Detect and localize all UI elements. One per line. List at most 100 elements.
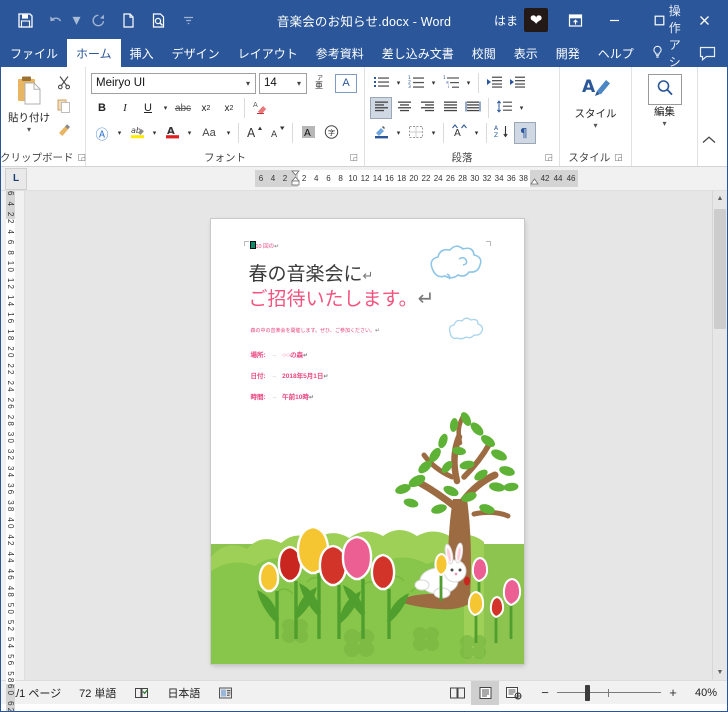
tab-view[interactable]: 表示 bbox=[505, 39, 547, 67]
distributed-button[interactable] bbox=[462, 97, 484, 119]
font-color-chevron-down-icon[interactable]: ▾ bbox=[184, 122, 195, 144]
numbering-chevron-down-icon[interactable]: ▾ bbox=[428, 72, 439, 94]
tab-home[interactable]: ホーム bbox=[67, 39, 121, 67]
line-spacing-chevron-down-icon[interactable]: ▾ bbox=[516, 97, 527, 119]
avatar[interactable]: ❤ bbox=[524, 8, 548, 32]
multilevel-list-button[interactable]: 1ai bbox=[440, 72, 462, 94]
doc-headline-2[interactable]: ご招待いたします。↵ bbox=[249, 284, 435, 311]
text-effects-button[interactable]: Ⓐ bbox=[91, 122, 113, 144]
font-name-chevron-down-icon[interactable]: ▾ bbox=[243, 79, 253, 88]
web-layout-button[interactable] bbox=[499, 681, 527, 705]
tab-file[interactable]: ファイル bbox=[1, 39, 67, 67]
character-border-button[interactable]: A bbox=[335, 73, 357, 93]
doc-detail-row[interactable]: 場所: → ○○の森↵ bbox=[251, 349, 309, 359]
read-mode-button[interactable] bbox=[443, 681, 471, 705]
customize-quick-access-toolbar-icon[interactable] bbox=[174, 7, 202, 33]
document-canvas[interactable]: 10 回の↵ 春の音楽会に↵ ご招待いたします。↵ 森の中の音楽会を開催します。… bbox=[25, 191, 712, 680]
change-case-chevron-down-icon[interactable]: ▾ bbox=[223, 122, 234, 144]
numbering-button[interactable]: 123 bbox=[405, 72, 427, 94]
strikethrough-button[interactable]: abc bbox=[172, 97, 194, 119]
text-effects-chevron-down-icon[interactable]: ▾ bbox=[114, 122, 125, 144]
redo-icon[interactable] bbox=[84, 7, 112, 33]
align-left-button[interactable] bbox=[370, 97, 392, 119]
character-shading-button[interactable]: A bbox=[297, 122, 319, 144]
highlight-chevron-down-icon[interactable]: ▾ bbox=[149, 122, 160, 144]
line-spacing-button[interactable] bbox=[493, 97, 515, 119]
accessibility-icon[interactable] bbox=[209, 681, 242, 705]
cut-button[interactable] bbox=[53, 74, 75, 95]
doc-headline-1[interactable]: 春の音楽会に↵ bbox=[249, 259, 374, 286]
new-document-icon[interactable] bbox=[114, 7, 142, 33]
comment-icon[interactable] bbox=[689, 46, 726, 61]
account-name[interactable]: はま bbox=[494, 12, 518, 29]
editing-chevron-down-icon[interactable]: ▾ bbox=[662, 119, 666, 128]
styles-button[interactable]: A スタイル ▾ bbox=[568, 70, 624, 149]
format-painter-button[interactable] bbox=[53, 122, 75, 143]
font-name-combo[interactable]: Meiryo UI ▾ bbox=[91, 72, 256, 94]
underline-chevron-down-icon[interactable]: ▾ bbox=[160, 97, 171, 119]
show-formatting-marks-button[interactable]: ¶ bbox=[514, 122, 536, 144]
bullets-chevron-down-icon[interactable]: ▾ bbox=[393, 72, 404, 94]
clipboard-dialog-launcher[interactable]: ◲ bbox=[78, 152, 87, 163]
tab-review[interactable]: 校閲 bbox=[463, 39, 505, 67]
clear-formatting-button[interactable]: A bbox=[249, 97, 271, 119]
maximize-button[interactable] bbox=[637, 1, 682, 39]
tab-design[interactable]: デザイン bbox=[163, 39, 229, 67]
doc-first-line[interactable]: 10 回の↵ bbox=[249, 241, 279, 250]
editing-button[interactable]: 編集 ▾ bbox=[639, 70, 691, 149]
undo-icon[interactable] bbox=[41, 7, 69, 33]
tab-references[interactable]: 参考資料 bbox=[307, 39, 373, 67]
document-page[interactable]: 10 回の↵ 春の音楽会に↵ ご招待いたします。↵ 森の中の音楽会を開催します。… bbox=[210, 219, 524, 664]
print-preview-icon[interactable] bbox=[144, 7, 172, 33]
print-layout-button[interactable] bbox=[471, 680, 499, 705]
scroll-down-button[interactable]: ▼ bbox=[713, 665, 727, 680]
font-dialog-launcher[interactable]: ◲ bbox=[349, 152, 358, 163]
multilevel-chevron-down-icon[interactable]: ▾ bbox=[463, 72, 474, 94]
increase-indent-button[interactable] bbox=[506, 72, 528, 94]
scroll-up-button[interactable]: ▲ bbox=[713, 191, 727, 206]
right-indent-marker[interactable] bbox=[529, 170, 539, 187]
proofing-icon[interactable] bbox=[125, 681, 158, 705]
minimize-button[interactable] bbox=[592, 1, 637, 39]
subscript-button[interactable]: x2 bbox=[195, 97, 217, 119]
tab-help[interactable]: ヘルプ bbox=[589, 39, 643, 67]
save-icon[interactable] bbox=[11, 7, 39, 33]
shading-chevron-down-icon[interactable]: ▾ bbox=[393, 122, 404, 144]
paragraph-dialog-launcher[interactable]: ◲ bbox=[544, 152, 553, 163]
grow-font-button[interactable]: A bbox=[243, 122, 265, 144]
shading-button[interactable] bbox=[370, 122, 392, 144]
borders-button[interactable] bbox=[405, 122, 427, 144]
tab-insert[interactable]: 挿入 bbox=[121, 39, 163, 67]
align-right-button[interactable] bbox=[416, 97, 438, 119]
tell-me-box[interactable]: 操作アシスト bbox=[643, 4, 689, 103]
vertical-ruler[interactable]: 6 4 2 2 4 6 8 10 12 14 16 18 20 22 24 26… bbox=[1, 191, 25, 711]
doc-body-line[interactable]: 森の中の音楽会を開催します。ぜひ、ご参加ください。↵ bbox=[251, 327, 381, 334]
superscript-button[interactable]: x2 bbox=[218, 97, 240, 119]
horizontal-ruler[interactable]: 6 4 2 2 4 6 8 10 12 14 16 18 20 22 24 26 28 30 32 34 36 38… bbox=[255, 170, 578, 187]
paste-chevron-down-icon[interactable]: ▾ bbox=[27, 125, 31, 134]
font-color-button[interactable]: A bbox=[161, 122, 183, 144]
tab-mailings[interactable]: 差し込み文書 bbox=[373, 39, 463, 67]
undo-dropdown-chevron-down-icon[interactable]: ▾ bbox=[71, 7, 82, 33]
zoom-level-label[interactable]: 40% bbox=[683, 687, 727, 699]
decrease-indent-button[interactable] bbox=[483, 72, 505, 94]
doc-detail-row[interactable]: 日付: → 2018年5月1日↵ bbox=[251, 370, 329, 380]
asian-layout-chevron-down-icon[interactable]: ▾ bbox=[471, 122, 482, 144]
change-case-button[interactable]: Aa bbox=[196, 122, 222, 144]
doc-detail-row[interactable]: 時間: → 午前10時↵ bbox=[251, 391, 314, 401]
styles-chevron-down-icon[interactable]: ▾ bbox=[593, 121, 597, 130]
ribbon-display-options-icon[interactable] bbox=[558, 1, 592, 39]
text-highlight-color-button[interactable]: ab bbox=[126, 122, 148, 144]
tab-layout[interactable]: レイアウト bbox=[229, 39, 307, 67]
font-size-chevron-down-icon[interactable]: ▾ bbox=[294, 79, 304, 88]
align-center-button[interactable] bbox=[393, 97, 415, 119]
enclose-character-button[interactable]: 字 bbox=[320, 122, 342, 144]
paste-button[interactable]: 貼り付け ▾ bbox=[5, 70, 53, 149]
copy-button[interactable] bbox=[53, 98, 75, 119]
tab-stop-selector[interactable]: L bbox=[5, 167, 27, 190]
zoom-slider[interactable] bbox=[555, 681, 663, 705]
word-count-status[interactable]: 72 単語 bbox=[70, 681, 125, 705]
bold-button[interactable]: B bbox=[91, 97, 113, 119]
vertical-scrollbar[interactable]: ▲ ▼ bbox=[712, 191, 727, 680]
sort-button[interactable]: AZ bbox=[491, 122, 513, 144]
